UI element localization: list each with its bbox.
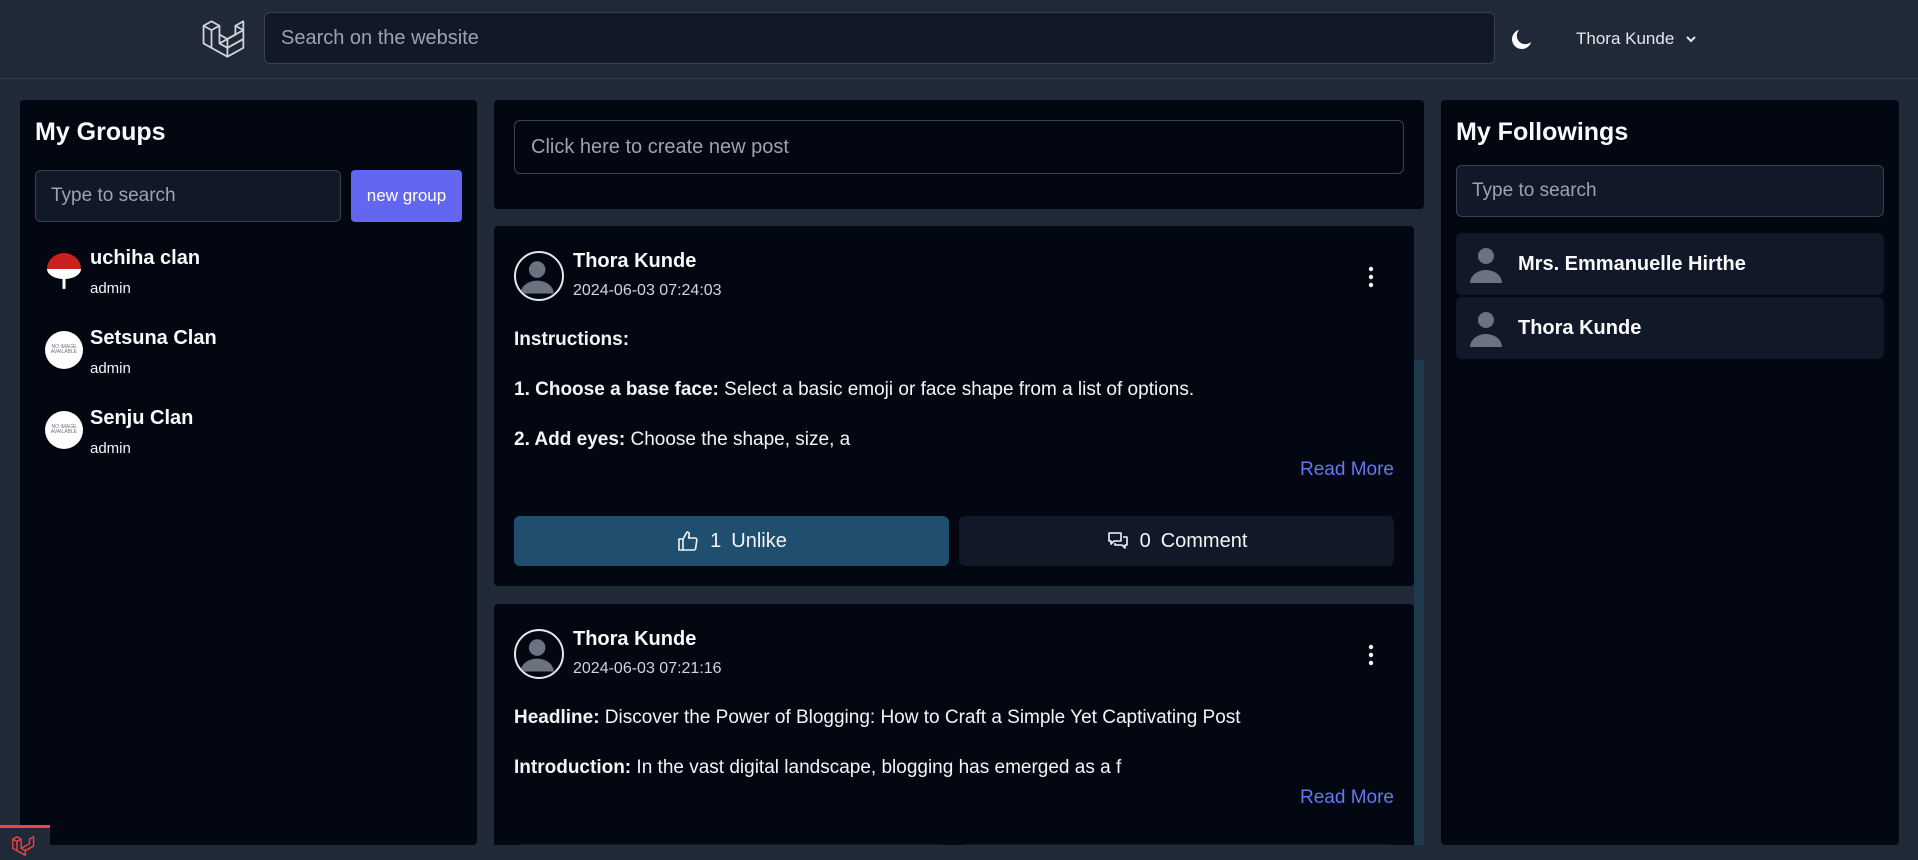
group-name: uchiha clan bbox=[90, 247, 201, 269]
post-card: Thora Kunde 2024-06-03 07:21:16 Headline… bbox=[494, 604, 1414, 845]
group-name: Senju Clan bbox=[90, 407, 194, 429]
user-avatar-icon[interactable] bbox=[514, 251, 564, 301]
followings-search-field[interactable] bbox=[1456, 165, 1884, 217]
no-image-avatar: NO IMAGE AVAILABLE bbox=[45, 331, 83, 369]
comment-label: Comment bbox=[1160, 529, 1248, 552]
top-navigation-bar: Thora Kunde bbox=[0, 0, 1918, 79]
new-group-button[interactable]: new group bbox=[351, 170, 462, 222]
post-feed[interactable]: Thora Kunde 2024-06-03 07:24:03 Instruct… bbox=[494, 226, 1424, 845]
post-timestamp: 2024-06-03 07:24:03 bbox=[573, 282, 722, 299]
user-menu-dropdown[interactable]: Thora Kunde bbox=[1576, 26, 1698, 52]
scrollbar-thumb[interactable] bbox=[1414, 226, 1424, 360]
create-post-card: Click here to create new post bbox=[494, 100, 1424, 209]
following-name: Thora Kunde bbox=[1518, 317, 1642, 339]
moon-icon[interactable] bbox=[1509, 26, 1535, 52]
group-item-senju-clan[interactable]: NO IMAGE AVAILABLE Senju Clan admin bbox=[45, 407, 445, 467]
more-options-icon[interactable] bbox=[1367, 266, 1375, 288]
no-image-avatar: NO IMAGE AVAILABLE bbox=[45, 411, 83, 449]
unlike-button[interactable]: 1 Unlike bbox=[514, 516, 949, 566]
comment-icon bbox=[1107, 532, 1128, 549]
comment-count: 0 bbox=[1139, 529, 1151, 552]
more-options-icon[interactable] bbox=[1367, 644, 1375, 666]
feed-scrollbar[interactable] bbox=[1414, 226, 1424, 845]
uchiha-fan-icon bbox=[45, 251, 83, 289]
my-groups-title: My Groups bbox=[35, 118, 166, 146]
post-line: Headline: Discover the Power of Blogging… bbox=[514, 707, 1241, 728]
following-item[interactable]: Thora Kunde bbox=[1456, 297, 1884, 359]
post-card: Thora Kunde 2024-06-03 07:24:03 Instruct… bbox=[494, 226, 1414, 586]
user-avatar-icon bbox=[1470, 312, 1502, 347]
no-image-text: NO IMAGE AVAILABLE bbox=[50, 343, 78, 355]
post-line: 2. Add eyes: Choose the shape, size, a bbox=[514, 429, 851, 450]
group-item-setsuna-clan[interactable]: NO IMAGE AVAILABLE Setsuna Clan admin bbox=[45, 327, 445, 387]
my-followings-title: My Followings bbox=[1456, 118, 1629, 146]
create-post-input[interactable]: Click here to create new post bbox=[514, 120, 1404, 174]
post-line: Introduction: In the vast digital landsc… bbox=[514, 757, 1122, 778]
read-more-link[interactable]: Read More bbox=[1300, 459, 1394, 481]
followings-search-input[interactable] bbox=[1457, 166, 1883, 216]
following-name: Mrs. Emmanuelle Hirthe bbox=[1518, 253, 1746, 275]
group-role: admin bbox=[90, 440, 131, 457]
chevron-down-icon bbox=[1686, 36, 1697, 43]
site-search-field[interactable] bbox=[264, 12, 1495, 64]
group-role: admin bbox=[90, 280, 131, 297]
groups-search-field[interactable] bbox=[35, 170, 341, 222]
user-avatar-icon[interactable] bbox=[514, 629, 564, 679]
groups-search-input[interactable] bbox=[36, 171, 340, 221]
comment-button[interactable]: 0 Comment bbox=[959, 516, 1394, 566]
post-line: 1. Choose a base face: Select a basic em… bbox=[514, 379, 1195, 400]
post-author[interactable]: Thora Kunde bbox=[573, 250, 696, 273]
post-timestamp: 2024-06-03 07:21:16 bbox=[573, 660, 722, 677]
user-avatar-icon bbox=[1470, 248, 1502, 283]
debugbar-badge[interactable] bbox=[0, 825, 50, 860]
following-item[interactable]: Mrs. Emmanuelle Hirthe bbox=[1456, 233, 1884, 295]
group-item-uchiha-clan[interactable]: uchiha clan admin bbox=[45, 247, 445, 307]
post-line: Instructions: bbox=[514, 329, 630, 350]
read-more-link[interactable]: Read More bbox=[1300, 787, 1394, 809]
user-menu-name: Thora Kunde bbox=[1576, 29, 1675, 48]
group-name: Setsuna Clan bbox=[90, 327, 217, 349]
laravel-logo-icon[interactable] bbox=[200, 16, 246, 62]
my-groups-panel: My Groups new group uchiha clan admin NO… bbox=[20, 100, 477, 845]
group-role: admin bbox=[90, 360, 131, 377]
my-followings-panel: My Followings Mrs. Emmanuelle Hirthe Tho… bbox=[1441, 100, 1899, 845]
comment-button-partial[interactable] bbox=[959, 844, 1394, 845]
laravel-logo-icon bbox=[12, 836, 35, 856]
thumbs-up-icon bbox=[678, 531, 698, 551]
like-count: 1 bbox=[710, 529, 722, 552]
no-image-text: NO IMAGE AVAILABLE bbox=[50, 423, 78, 435]
site-search-input[interactable] bbox=[265, 13, 1494, 63]
post-author[interactable]: Thora Kunde bbox=[573, 628, 696, 651]
unlike-label: Unlike bbox=[731, 529, 787, 552]
like-button-partial[interactable] bbox=[514, 844, 949, 845]
